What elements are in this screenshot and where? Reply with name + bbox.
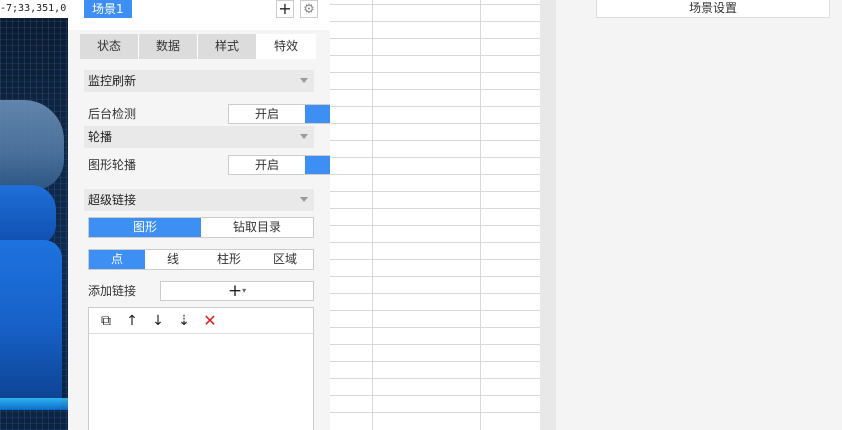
panel-topbar: 场景1 + ⚙	[68, 0, 330, 30]
scene-settings-button[interactable]: ⚙	[300, 0, 318, 18]
move-bottom-button[interactable]: ⇣	[173, 311, 195, 331]
plus-icon: +	[227, 281, 243, 301]
delete-x-icon: ✕	[203, 311, 217, 330]
map-glow-edge	[0, 398, 68, 410]
arrow-down-icon: ↓	[152, 312, 164, 329]
section-title: 超级链接	[88, 193, 137, 207]
move-up-button[interactable]: ↑	[121, 311, 143, 331]
section-title: 监控刷新	[88, 74, 137, 88]
move-down-button[interactable]: ↓	[147, 311, 169, 331]
chevron-down-icon	[300, 134, 308, 139]
gear-icon: ⚙	[303, 1, 315, 17]
add-link-label: 添加链接	[88, 284, 137, 298]
arrow-up-icon: ↑	[126, 312, 138, 329]
property-tabs: 状态 数据 样式 特效	[80, 34, 316, 59]
shape-type-area[interactable]: 区域	[257, 250, 313, 269]
vertical-scrollbar-track[interactable]	[540, 0, 557, 430]
add-link-button[interactable]: +▾	[160, 281, 314, 301]
link-toolbar: ⧉ ↑ ↓ ⇣ ✕	[89, 308, 313, 334]
tab-effects[interactable]: 特效	[257, 34, 316, 59]
chevron-down-icon	[300, 78, 308, 83]
background-check-label: 后台检测	[88, 107, 137, 121]
shape-type-point[interactable]: 点	[89, 250, 145, 269]
chevron-down-icon	[300, 197, 308, 202]
map-region-shape	[0, 100, 64, 190]
toggle-on-option[interactable]: 开启	[229, 105, 305, 123]
grid-column-line	[480, 0, 481, 430]
delete-button[interactable]: ✕	[199, 311, 221, 331]
right-settings-panel: 场景设置	[556, 0, 842, 430]
copy-icon: ⧉	[101, 312, 111, 329]
tab-status[interactable]: 状态	[80, 34, 139, 59]
plus-icon: +	[278, 0, 292, 18]
link-list[interactable]: ⧉ ↑ ↓ ⇣ ✕	[88, 307, 314, 430]
section-monitor-refresh[interactable]: 监控刷新	[84, 70, 314, 92]
shape-type-bar[interactable]: 柱形	[201, 250, 257, 269]
link-type-drill-catalog[interactable]: 钻取目录	[201, 218, 313, 237]
add-scene-button[interactable]: +	[276, 0, 294, 18]
section-carousel[interactable]: 轮播	[84, 126, 314, 148]
scene-settings-header[interactable]: 场景设置	[596, 0, 830, 18]
shape-carousel-label: 图形轮播	[88, 158, 137, 172]
move-to-bottom-icon: ⇣	[178, 312, 190, 329]
toggle-on-option[interactable]: 开启	[229, 156, 305, 174]
section-hyperlink[interactable]: 超级链接	[84, 189, 314, 211]
link-type-switch: 图形 钻取目录	[88, 217, 314, 238]
copy-button[interactable]: ⧉	[95, 311, 117, 331]
dropdown-arrow-icon: ▾	[242, 286, 247, 295]
shape-type-line[interactable]: 线	[145, 250, 201, 269]
link-type-shape[interactable]: 图形	[89, 218, 201, 237]
scene-tab[interactable]: 场景1	[84, 0, 132, 18]
map-region-shape	[0, 185, 56, 245]
map-region-shape	[0, 240, 62, 410]
section-title: 轮播	[88, 130, 113, 144]
spreadsheet-grid[interactable]	[330, 0, 540, 430]
tab-style[interactable]: 样式	[198, 34, 257, 59]
3d-map-canvas[interactable]	[0, 0, 68, 430]
tab-data[interactable]: 数据	[139, 34, 198, 59]
grid-column-line	[372, 0, 373, 430]
shape-type-switch: 点 线 柱形 区域	[88, 249, 314, 270]
